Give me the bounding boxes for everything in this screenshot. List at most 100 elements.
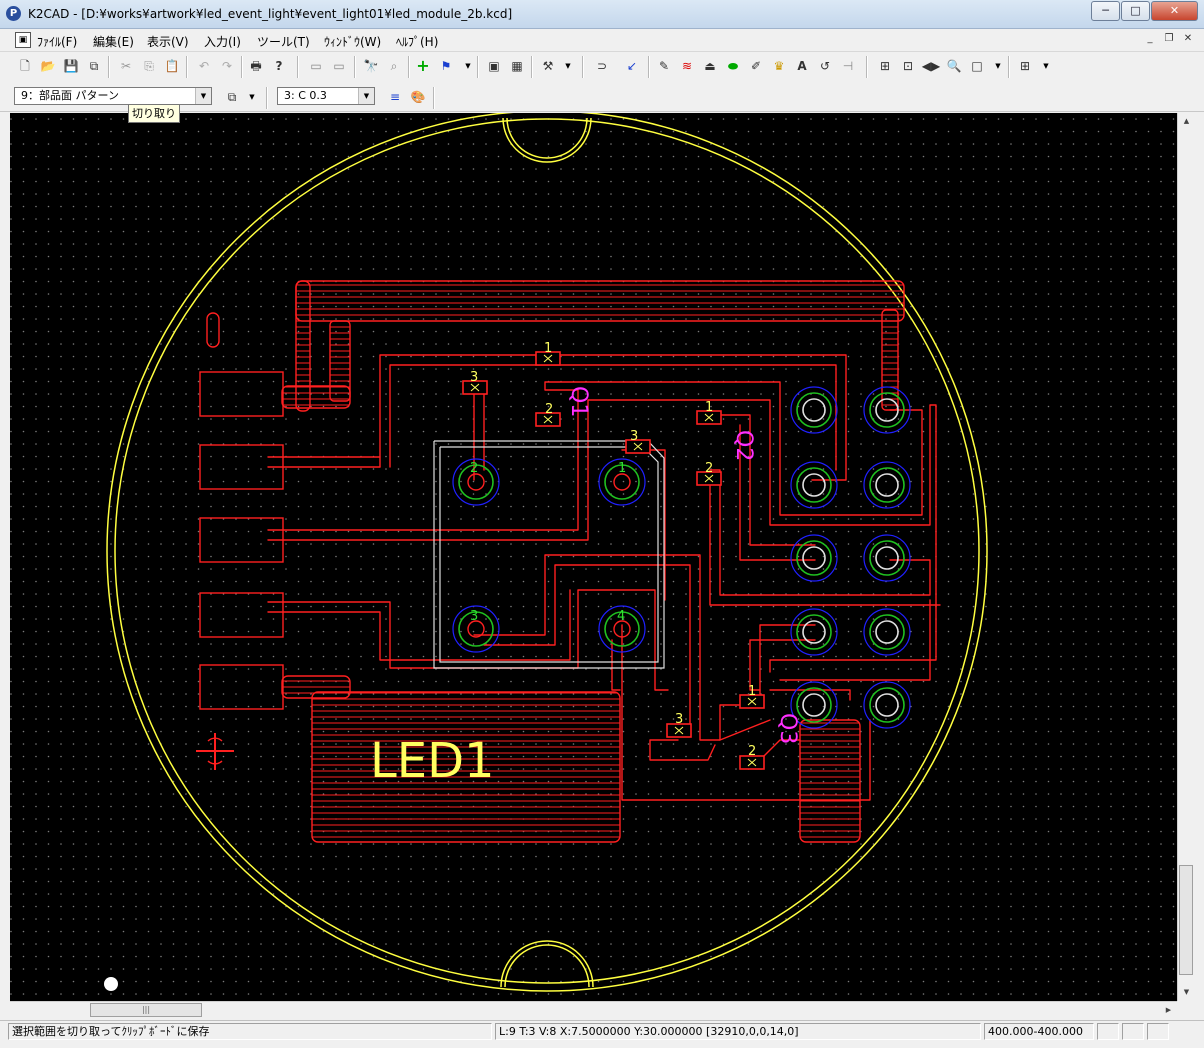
add-icon[interactable]: + (413, 56, 433, 76)
part-icon[interactable]: ⏏ (700, 56, 720, 76)
toolbar-separator (297, 56, 299, 78)
redo-icon[interactable]: ↷ (217, 56, 237, 76)
save-all-icon[interactable]: ⧉ (84, 56, 104, 76)
menu-tools[interactable]: ツール(T) (257, 33, 310, 50)
minimize-button[interactable]: ─ (1091, 1, 1120, 21)
trophy-icon[interactable]: ♛ (769, 56, 789, 76)
pencil-icon[interactable]: ✎ (654, 56, 674, 76)
flag-icon[interactable]: ⚑ (436, 56, 456, 76)
color-palette-icon[interactable]: 🎨 (408, 87, 428, 107)
find-next-icon[interactable]: ⌕ (384, 56, 404, 76)
layer-up-icon[interactable]: ▭ (306, 56, 326, 76)
grid-icon[interactable]: ⊞ (1015, 56, 1035, 76)
vertical-scrollbar[interactable]: ▲ ▼ (1177, 113, 1195, 1001)
maximize-button[interactable]: □ (1121, 1, 1150, 21)
menu-file[interactable]: ﾌｧｲﾙ(F) (37, 33, 77, 50)
pcb-canvas[interactable]: 1 2 3 1 2 3 1 2 3 2 1 3 4 LED1 Q1 Q2 Q3 (10, 113, 1177, 1001)
text-tool-icon[interactable]: A (792, 56, 812, 76)
chevron-down-icon: ▼ (195, 88, 211, 104)
menu-help[interactable]: ﾍﾙﾌﾟ(H) (396, 33, 438, 50)
paste-icon[interactable]: 📋 (162, 56, 182, 76)
find-icon[interactable]: 🔭 (361, 56, 381, 76)
layer-select[interactable]: 9：部品面 パターン ▼ (14, 87, 212, 105)
pin-label: 1 (705, 400, 713, 415)
line-width-select[interactable]: 3: C 0.3 ▼ (277, 87, 375, 105)
menu-input[interactable]: 入力(I) (204, 33, 241, 50)
status-message: 選択範囲を切り取ってｸﾘｯﾌﾟﾎﾞｰﾄﾞに保存 (8, 1023, 492, 1040)
ref-label-q2: Q2 (731, 430, 756, 461)
pin-label: 1 (544, 341, 552, 356)
horizontal-scrollbar[interactable]: ||| ▶ (10, 1001, 1177, 1019)
status-indicator (1147, 1023, 1169, 1040)
image-icon[interactable]: ▣ (484, 56, 504, 76)
layer-down-icon[interactable]: ▭ (329, 56, 349, 76)
save-icon[interactable]: 💾 (61, 56, 81, 76)
zoom-in-icon[interactable]: ⊞ (875, 56, 895, 76)
layer-visibility-icon[interactable]: ⧉ (222, 87, 242, 107)
toolbar-separator (477, 56, 479, 78)
connect-icon[interactable]: ⊣ (838, 56, 858, 76)
scroll-right-icon[interactable]: ▶ (1160, 1002, 1177, 1019)
grid-dropdown-icon[interactable]: ▼ (1042, 56, 1050, 76)
horizontal-scroll-thumb[interactable]: ||| (90, 1003, 202, 1017)
app-icon: P (6, 6, 21, 21)
mirror-icon[interactable]: ◀▶ (921, 56, 941, 76)
close-button[interactable]: ✕ (1151, 1, 1198, 21)
zoom-fit-icon[interactable]: ⊡ (898, 56, 918, 76)
scroll-down-icon[interactable]: ▼ (1178, 984, 1195, 1001)
zoom-icon[interactable]: 🔍 (944, 56, 964, 76)
window-title: K2CAD - [D:¥works¥artwork¥led_event_ligh… (28, 7, 513, 21)
brush-icon[interactable]: ✐ (746, 56, 766, 76)
pointer-icon[interactable]: ↙ (622, 56, 642, 76)
menu-view[interactable]: 表示(V) (147, 33, 189, 50)
layer-visibility-dropdown-icon[interactable]: ▼ (248, 87, 256, 107)
line-style-icon[interactable]: ≡ (385, 87, 405, 107)
pin-label: 2 (705, 461, 713, 476)
open-icon[interactable]: 📂 (38, 56, 58, 76)
pin-label: 3 (630, 429, 638, 444)
led-pin-label: 3 (470, 609, 478, 624)
document-menu-icon[interactable]: ▣ (15, 32, 31, 48)
cut-tooltip: 切り取り (128, 104, 180, 123)
ref-label-q1: Q1 (566, 386, 591, 417)
status-coordinates: L:9 T:3 V:8 X:7.5000000 Y:30.000000 [329… (495, 1023, 981, 1040)
undo-icon[interactable]: ↶ (194, 56, 214, 76)
toolbar-separator (186, 56, 188, 78)
copy-icon[interactable]: ⎘ (139, 56, 159, 76)
pin-label: 2 (748, 744, 756, 759)
line-width-select-value: 3: C 0.3 (284, 89, 327, 102)
help-icon[interactable]: ? (269, 56, 289, 76)
vertical-scroll-thumb[interactable] (1179, 865, 1193, 975)
led-pin-label: 1 (618, 461, 626, 476)
frame-icon[interactable]: □ (967, 56, 987, 76)
led-pin-label: 4 (617, 609, 625, 624)
cut-icon[interactable]: ✂ (116, 56, 136, 76)
grid-table-icon[interactable]: ▦ (507, 56, 527, 76)
frame-dropdown-icon[interactable]: ▼ (994, 56, 1002, 76)
mdi-close-button[interactable]: ✕ (1180, 32, 1196, 46)
status-bar: 選択範囲を切り取ってｸﾘｯﾌﾟﾎﾞｰﾄﾞに保存 L:9 T:3 V:8 X:7.… (0, 1020, 1204, 1048)
menu-bar: ▣ ﾌｧｲﾙ(F) 編集(E) 表示(V) 入力(I) ツール(T) ｳｨﾝﾄﾞ… (0, 29, 1204, 52)
window-controls: ─ □ ✕ (1090, 1, 1198, 21)
lasso-icon[interactable]: ⊃ (592, 56, 612, 76)
hammer-icon[interactable]: ⚒ (538, 56, 558, 76)
toolbar-separator (648, 56, 650, 78)
mdi-restore-button[interactable]: ❐ (1161, 32, 1177, 46)
menu-edit[interactable]: 編集(E) (93, 33, 134, 50)
loop-icon[interactable]: ↺ (815, 56, 835, 76)
pad-icon[interactable]: ≋ (677, 56, 697, 76)
print-icon[interactable]: 🖶 (246, 56, 266, 76)
menu-window[interactable]: ｳｨﾝﾄﾞｳ(W) (324, 33, 381, 50)
scroll-up-icon[interactable]: ▲ (1178, 113, 1195, 130)
mdi-minimize-button[interactable]: _ (1142, 32, 1158, 46)
toolbar-separator (433, 87, 435, 109)
mdi-controls: _ ❐ ✕ (1139, 32, 1196, 46)
hammer-dropdown-icon[interactable]: ▼ (564, 56, 572, 76)
new-icon[interactable]: 🗋 (15, 56, 35, 76)
ellipse-icon[interactable]: ⬬ (723, 56, 743, 76)
toolbar-separator (1008, 56, 1010, 78)
ref-label-q3: Q3 (775, 713, 800, 744)
pin-label: 1 (748, 684, 756, 699)
flag-dropdown-icon[interactable]: ▼ (464, 56, 472, 76)
toolbar-separator (582, 56, 584, 78)
